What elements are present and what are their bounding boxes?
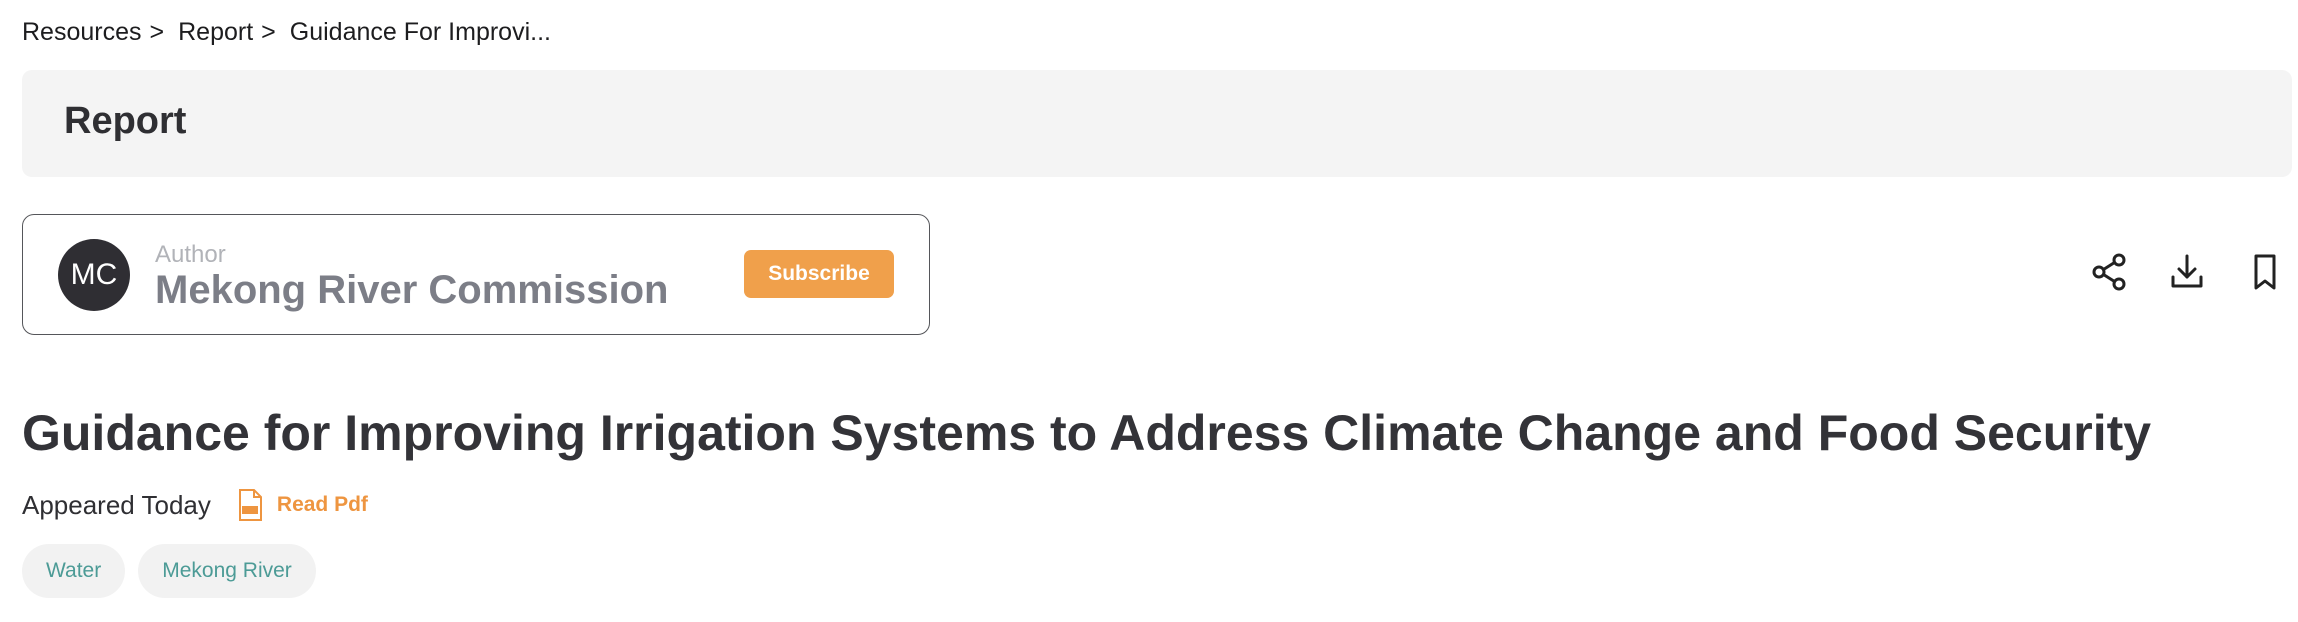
breadcrumb-item-resources[interactable]: Resources bbox=[22, 18, 142, 47]
document-meta: Appeared Today Read Pdf bbox=[22, 485, 368, 525]
share-icon[interactable] bbox=[2090, 252, 2128, 292]
tag-water[interactable]: Water bbox=[22, 544, 126, 598]
pdf-file-icon bbox=[238, 489, 262, 521]
tag-mekong-river[interactable]: Mekong River bbox=[138, 544, 316, 598]
section-banner: Report bbox=[22, 70, 2292, 177]
bookmark-icon[interactable] bbox=[2246, 252, 2284, 292]
section-title: Report bbox=[64, 100, 187, 142]
read-pdf-link[interactable]: Read Pdf bbox=[237, 489, 368, 521]
author-name[interactable]: Mekong River Commission bbox=[155, 268, 668, 313]
breadcrumb-separator: > bbox=[149, 17, 165, 46]
author-card: MC Author Mekong River Commission Subscr… bbox=[22, 214, 930, 335]
download-icon[interactable] bbox=[2168, 252, 2206, 292]
author-caption: Author bbox=[155, 241, 226, 268]
appeared-date: Appeared Today bbox=[22, 489, 211, 520]
tag-list: Water Mekong River bbox=[22, 544, 316, 598]
breadcrumb: Resources > Report > Guidance For Improv… bbox=[22, 14, 551, 50]
read-pdf-label: Read Pdf bbox=[276, 493, 368, 516]
breadcrumb-item-report[interactable]: Report bbox=[178, 18, 253, 47]
breadcrumb-separator: > bbox=[261, 17, 276, 46]
document-title: Guidance for Improving Irrigation System… bbox=[22, 405, 2152, 461]
subscribe-button[interactable]: Subscribe bbox=[744, 250, 894, 298]
avatar: MC bbox=[58, 239, 130, 311]
breadcrumb-item-current: Guidance For Improvi... bbox=[289, 17, 551, 46]
